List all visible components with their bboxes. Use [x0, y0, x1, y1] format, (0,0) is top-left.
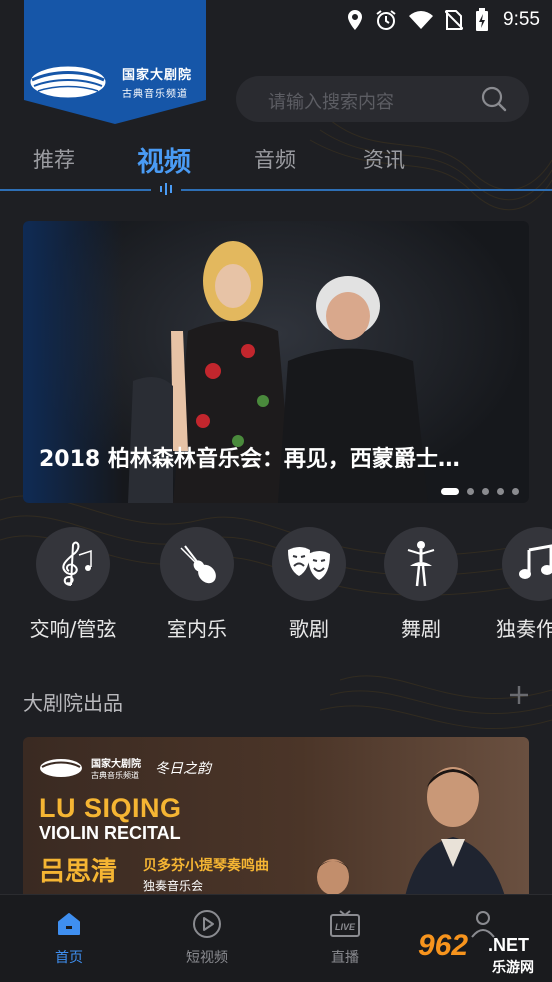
promo-second-artist — [317, 859, 349, 895]
nav-label: 短视频 — [186, 950, 228, 966]
featured-banner[interactable]: 2018 柏林森林音乐会：再见，西蒙爵士… — [23, 221, 529, 503]
promo-brand-sub: 古典音乐频道 — [91, 771, 139, 780]
carousel-dot-5[interactable] — [512, 488, 519, 495]
tab-video[interactable]: 视频 — [137, 140, 191, 179]
no-sim-icon — [445, 9, 464, 31]
category-label: 舞剧 — [401, 617, 441, 641]
category-label: 独奏作 — [496, 617, 552, 641]
category-label: 交响/管弦 — [29, 617, 117, 641]
category-label: 歌剧 — [289, 617, 329, 641]
tab-recommend[interactable]: 推荐 — [33, 144, 75, 174]
logo-badge-shape — [24, 0, 206, 124]
theater-masks-icon — [288, 547, 330, 580]
promo-brand: 国家大剧院 古典音乐频道 冬日之韵 — [39, 755, 211, 781]
carousel-dot-3[interactable] — [482, 488, 489, 495]
treble-clef-icon — [62, 541, 92, 586]
play-circle-icon — [193, 910, 221, 938]
svg-text:LIVE: LIVE — [335, 922, 356, 932]
category-symphony[interactable]: 交响/管弦 — [20, 527, 126, 642]
carousel-dot-4[interactable] — [497, 488, 504, 495]
promo-title-en-1: LU SIQING — [39, 793, 182, 823]
category-tabs: 推荐 视频 音频 资讯 — [0, 142, 552, 192]
plus-icon[interactable] — [508, 684, 530, 710]
category-chamber[interactable]: 室内乐 — [160, 527, 234, 642]
home-icon — [58, 913, 80, 935]
promo-brand-name: 国家大剧院 — [91, 759, 141, 770]
nav-home[interactable]: 首页 — [29, 907, 109, 967]
search-input[interactable]: 请输入搜索内容 — [236, 76, 529, 122]
search-placeholder: 请输入搜索内容 — [268, 92, 394, 113]
promo-event-cn: 独奏音乐会 — [143, 879, 204, 893]
alarm-icon — [375, 9, 397, 31]
tab-audio[interactable]: 音频 — [254, 144, 296, 174]
promo-artist-portrait — [404, 767, 506, 897]
watermark-suffix: .NET — [488, 935, 530, 955]
location-icon — [347, 10, 363, 30]
promo-series: 冬日之韵 — [155, 761, 211, 777]
category-dance-drama[interactable]: 舞剧 — [384, 527, 458, 642]
site-watermark: 962 .NET 乐游网 — [412, 929, 548, 977]
nav-label: 首页 — [55, 950, 83, 966]
banner-title: 2018 柏林森林音乐会：再见，西蒙爵士… — [39, 447, 460, 472]
channel-logo[interactable]: 国家大剧院 古典音乐频道 — [24, 0, 206, 124]
search-icon[interactable] — [481, 86, 507, 116]
live-tv-icon: LIVE — [330, 910, 360, 937]
battery-charging-icon — [475, 8, 489, 32]
genre-categories: 交响/管弦 室内乐 歌剧 舞剧 独奏作 — [0, 527, 552, 647]
tab-news[interactable]: 资讯 — [363, 144, 405, 174]
category-solo[interactable]: 独奏作 — [496, 527, 552, 642]
violin-icon — [180, 545, 216, 584]
active-tab-indicator — [151, 182, 181, 196]
channel-logo-small-icon — [40, 759, 82, 777]
watermark-number: 962 — [418, 929, 469, 962]
carousel-dot-1[interactable] — [441, 488, 459, 495]
wifi-icon — [409, 11, 434, 29]
logo-subtitle: 古典音乐频道 — [122, 89, 188, 100]
promo-subtitle-cn: 贝多芬小提琴奏鸣曲 — [143, 858, 269, 874]
promo-title-en-2: VIOLIN RECITAL — [39, 823, 181, 843]
category-label: 室内乐 — [167, 617, 227, 641]
tab-divider — [0, 189, 552, 191]
section-title: 大剧院出品 — [23, 691, 123, 715]
promo-name-cn: 吕思清 — [39, 857, 118, 887]
music-notes-icon — [519, 544, 552, 579]
watermark-text: 乐游网 — [492, 960, 534, 976]
nav-live[interactable]: LIVE 直播 — [305, 907, 385, 967]
carousel-dot-2[interactable] — [467, 488, 474, 495]
ballerina-icon — [407, 541, 435, 587]
logo-name: 国家大剧院 — [122, 68, 193, 83]
category-opera[interactable]: 歌剧 — [272, 527, 346, 642]
carousel-dots — [441, 488, 519, 495]
promo-card[interactable]: 国家大剧院 古典音乐频道 冬日之韵 LU SIQING VIOLIN RECIT… — [23, 737, 529, 897]
nav-short-video[interactable]: 短视频 — [167, 907, 247, 967]
status-time: 9:55 — [503, 9, 540, 30]
nav-label: 直播 — [331, 950, 359, 966]
